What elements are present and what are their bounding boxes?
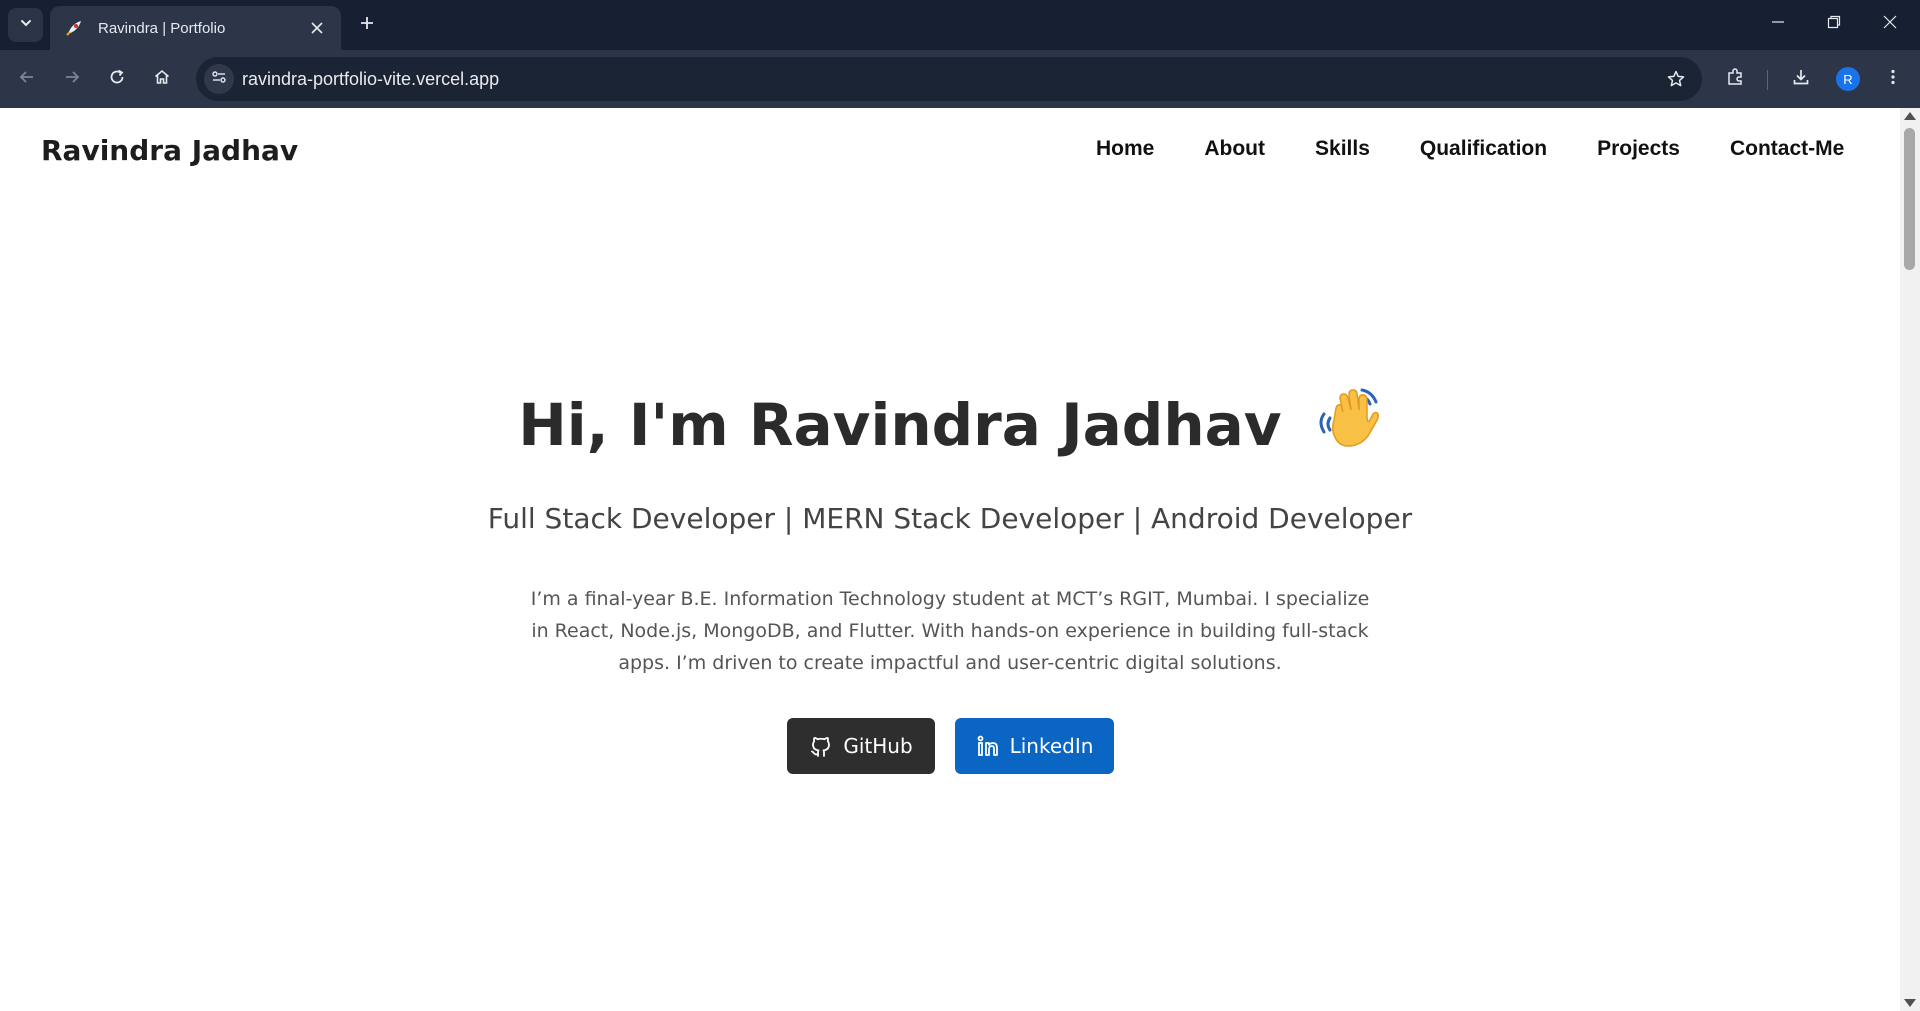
scroll-down-arrow-icon[interactable] xyxy=(1904,999,1916,1007)
rocket-icon xyxy=(64,18,84,38)
close-window-button[interactable] xyxy=(1862,0,1918,48)
browser-menu-button[interactable] xyxy=(1876,62,1910,96)
site-brand[interactable]: Ravindra Jadhav xyxy=(41,134,298,167)
restore-button[interactable] xyxy=(1806,0,1862,48)
browser-toolbar: ravindra-portfolio-vite.vercel.app R xyxy=(0,50,1920,108)
nav-home[interactable]: Home xyxy=(1096,137,1154,161)
github-button-label: GitHub xyxy=(843,734,913,758)
nav-projects[interactable]: Projects xyxy=(1597,137,1680,161)
nav-qualification[interactable]: Qualification xyxy=(1420,137,1547,161)
hero-title-text: Hi, I'm Ravindra Jadhav xyxy=(518,391,1282,460)
linkedin-icon xyxy=(976,734,1000,758)
more-vert-icon xyxy=(1884,68,1902,91)
minimize-icon xyxy=(1771,15,1785,34)
tab-strip: Ravindra | Portfolio xyxy=(0,0,1920,50)
close-tab-icon[interactable] xyxy=(305,16,329,40)
page-scrollbar[interactable] xyxy=(1900,108,1920,1011)
page-viewport: Ravindra Jadhav Home About Skills Qualif… xyxy=(0,108,1900,1011)
puzzle-icon xyxy=(1726,67,1746,92)
forward-button[interactable] xyxy=(55,62,89,96)
nav-skills[interactable]: Skills xyxy=(1315,137,1370,161)
nav-about[interactable]: About xyxy=(1204,137,1265,161)
hero-title: Hi, I'm Ravindra Jadhav xyxy=(0,388,1900,468)
home-icon xyxy=(153,68,171,91)
reload-icon xyxy=(108,68,126,91)
new-tab-button[interactable] xyxy=(352,10,382,40)
linkedin-button[interactable]: LinkedIn xyxy=(955,718,1114,774)
reload-button[interactable] xyxy=(100,62,134,96)
scroll-up-arrow-icon[interactable] xyxy=(1904,112,1916,120)
site-info-button[interactable] xyxy=(204,64,234,94)
linkedin-button-label: LinkedIn xyxy=(1009,734,1094,758)
github-icon xyxy=(809,734,833,758)
restore-icon xyxy=(1827,15,1841,34)
hero-subtitle: Full Stack Developer | MERN Stack Develo… xyxy=(487,502,1413,535)
scrollbar-thumb[interactable] xyxy=(1904,128,1915,270)
nav-contact-me[interactable]: Contact-Me xyxy=(1730,137,1844,161)
url-text[interactable]: ravindra-portfolio-vite.vercel.app xyxy=(242,69,499,90)
active-tab[interactable]: Ravindra | Portfolio xyxy=(50,6,341,50)
chevron-down-icon xyxy=(19,16,33,35)
tab-title: Ravindra | Portfolio xyxy=(98,19,226,37)
extensions-button[interactable] xyxy=(1719,62,1753,96)
tab-search-button[interactable] xyxy=(8,8,43,42)
tune-icon xyxy=(211,69,227,90)
github-button[interactable]: GitHub xyxy=(787,718,935,774)
close-icon xyxy=(1883,15,1897,34)
hero-description: I’m a final-year B.E. Information Techno… xyxy=(530,588,1370,674)
profile-avatar[interactable]: R xyxy=(1836,67,1860,91)
home-button[interactable] xyxy=(145,62,179,96)
arrow-left-icon xyxy=(18,68,36,91)
back-button[interactable] xyxy=(10,62,44,96)
toolbar-separator xyxy=(1767,70,1768,90)
arrow-right-icon xyxy=(63,68,81,91)
download-icon xyxy=(1791,67,1811,92)
main-nav: Home About Skills Qualification Projects… xyxy=(1096,137,1844,161)
address-bar[interactable]: ravindra-portfolio-vite.vercel.app xyxy=(196,57,1702,101)
waving-hand-icon xyxy=(1316,384,1382,462)
plus-icon xyxy=(359,15,375,36)
minimize-button[interactable] xyxy=(1750,0,1806,48)
downloads-button[interactable] xyxy=(1784,62,1818,96)
bookmark-star-icon[interactable] xyxy=(1664,67,1688,91)
